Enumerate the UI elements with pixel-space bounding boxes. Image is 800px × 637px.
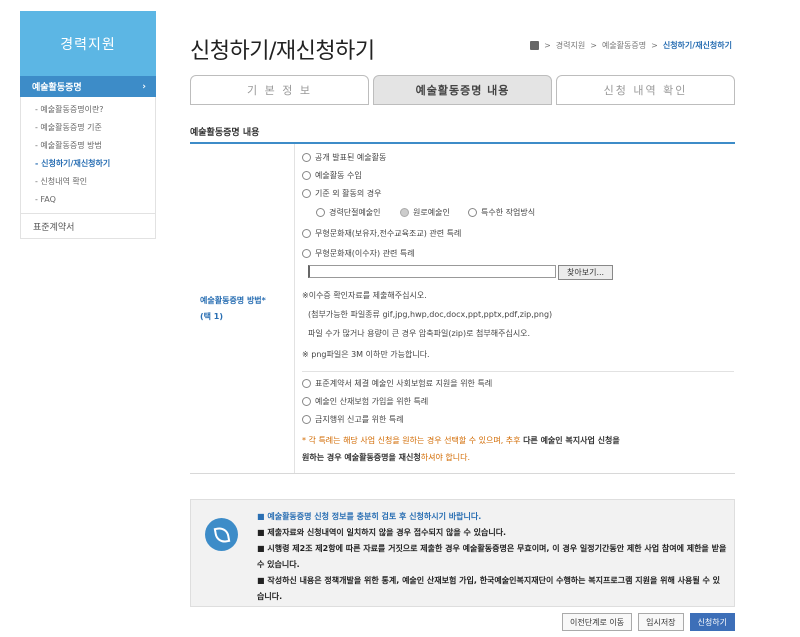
notice-line: ■ 작성하신 내용은 정책개발을 위한 통계, 예술인 산재보험 가입, 한국예… (257, 576, 720, 601)
breadcrumb-sep: > (590, 41, 597, 50)
sidebar-item-art-certification[interactable]: 예술활동증명 › (20, 76, 156, 97)
option-prohibited-act[interactable]: 금지행위 신고를 위한 특례 (302, 414, 404, 425)
notice-head: ■ 예술활동증명 신청 정보를 충분히 검토 후 신청하시기 바랍니다. (257, 512, 482, 521)
sidebar-sub-faq[interactable]: - FAQ (35, 191, 155, 209)
file-upload: 찾아보기... (308, 265, 614, 280)
notice-line: ■ 시행령 제2조 제2항에 따른 자료를 거짓으로 제출한 경우 예술활동증명… (257, 544, 727, 569)
sidebar-item-standard-contract[interactable]: 표준계약서 (20, 213, 156, 239)
radio-icon[interactable] (302, 379, 311, 388)
note-png-limit: ※ png파일은 3M 이하만 가능합니다. (302, 350, 430, 359)
option-label: 기준 외 활동의 경우 (315, 189, 382, 198)
action-buttons: 이전단계로 이동 임시저장 신청하기 (562, 613, 735, 631)
breadcrumb-sep: > (544, 41, 551, 50)
notice-line: ■ 제출자료와 신청내역이 일치하지 않을 경우 접수되지 않을 수 있습니다. (257, 528, 507, 537)
radio-icon[interactable] (468, 208, 477, 217)
tab-basic-info[interactable]: 기 본 정 보 (190, 75, 369, 105)
warn-bold: 다른 예술인 복지사업 신청을 (523, 436, 620, 445)
option-label: 무형문화재(이수자) 관련 특례 (315, 249, 415, 258)
option-other[interactable]: 기준 외 활동의 경우 (302, 188, 382, 199)
option-label: 예술인 산재보험 가입을 위한 특례 (315, 397, 429, 406)
note-zip: 파일 수가 많거나 용량이 큰 경우 압축파일(zip)로 첨부해주십시오. (308, 329, 531, 338)
option-label: 특수한 작업방식 (481, 208, 536, 217)
option-industrial-accident[interactable]: 예술인 산재보험 가입을 위한 특례 (302, 396, 428, 407)
option-label: 금지행위 신고를 위한 특례 (315, 415, 404, 424)
breadcrumb-current: 신청하기/재신청하기 (662, 41, 732, 50)
sidebar-sub-apply[interactable]: - 신청하기/재신청하기 (35, 155, 155, 173)
form-label-text: 예술활동증명 방법* (200, 295, 266, 305)
warn-bold: 원하는 경우 예술활동증명을 재신청 (302, 453, 421, 462)
option-label: 표준계약서 체결 예술인 사회보험료 지원을 위한 특례 (315, 379, 493, 388)
prev-button[interactable]: 이전단계로 이동 (562, 613, 633, 631)
radio-icon[interactable] (302, 189, 311, 198)
home-icon[interactable] (530, 41, 540, 50)
form-label: 예술활동증명 방법* (택 1) (190, 144, 295, 473)
file-path-input[interactable] (308, 265, 556, 278)
chevron-right-icon: › (142, 81, 146, 92)
save-draft-button[interactable]: 임시저장 (638, 613, 684, 631)
note-certificate: ※이수증 확인자료를 제출해주십시오. (302, 291, 427, 300)
sidebar-submenu: - 예술활동증명이란? - 예술활동증명 기준 - 예술활동증명 방법 - 신청… (20, 97, 156, 213)
radio-icon[interactable] (302, 397, 311, 406)
option-label: 공개 발표된 예술활동 (315, 153, 387, 162)
tab-art-certification[interactable]: 예술활동증명 내용 (373, 75, 552, 105)
option-intangible-completer[interactable]: 무형문화재(이수자) 관련 특례 (302, 248, 415, 259)
radio-icon[interactable] (302, 249, 311, 258)
option-label: 경력단절예술인 (329, 208, 381, 217)
radio-icon[interactable] (302, 415, 311, 424)
submit-button[interactable]: 신청하기 (689, 613, 735, 631)
sidebar-sub-criteria[interactable]: - 예술활동증명 기준 (35, 119, 155, 137)
warn-text: * 각 특례는 해당 사업 신청을 원하는 경우 선택할 수 있으며, 추후 (302, 436, 524, 445)
sidebar-item-label: 예술활동증명 (32, 83, 82, 93)
breadcrumb: > 경력지원 > 예술활동증명 > 신청하기/재신청하기 (530, 40, 732, 51)
breadcrumb-item[interactable]: 경력지원 (556, 40, 585, 51)
option-intangible-holder[interactable]: 무형문화재(보유자,전수교육조교) 관련 특례 (302, 228, 461, 239)
radio-icon[interactable] (302, 153, 311, 162)
option-label: 예술활동 수입 (315, 171, 362, 180)
sidebar-sub-what[interactable]: - 예술활동증명이란? (35, 101, 155, 119)
option-career-break[interactable]: 경력단절예술인 (316, 207, 381, 218)
page-title: 신청하기/재신청하기 (190, 39, 375, 64)
browse-button[interactable]: 찾아보기... (558, 265, 614, 280)
breadcrumb-item[interactable]: 예술활동증명 (602, 40, 646, 51)
tab-confirm[interactable]: 신청 내역 확인 (556, 75, 735, 105)
certification-form: 예술활동증명 방법* (택 1) 공개 발표된 예술활동 예술활동 수입 기준 … (190, 144, 735, 474)
option-senior-artist[interactable]: 원로예술인 (400, 207, 450, 218)
radio-icon[interactable] (400, 208, 409, 217)
radio-icon[interactable] (316, 208, 325, 217)
option-income[interactable]: 예술활동 수입 (302, 170, 362, 181)
notice-box: ■ 예술활동증명 신청 정보를 충분히 검토 후 신청하시기 바랍니다. ■ 제… (190, 499, 735, 607)
sidebar-sub-history[interactable]: - 신청내역 확인 (35, 173, 155, 191)
radio-icon[interactable] (302, 229, 311, 238)
special-notice: * 각 특례는 해당 사업 신청을 원하는 경우 선택할 수 있으며, 추후 다… (302, 432, 732, 466)
leaf-icon (205, 518, 238, 551)
warn-text: 하셔야 합니다. (420, 453, 471, 462)
option-public-activity[interactable]: 공개 발표된 예술활동 (302, 152, 386, 163)
option-label: 무형문화재(보유자,전수교육조교) 관련 특례 (315, 229, 462, 238)
sidebar-sub-method[interactable]: - 예술활동증명 방법 (35, 137, 155, 155)
breadcrumb-sep: > (651, 41, 658, 50)
form-label-sub: (택 1) (200, 311, 224, 321)
step-tabs: 기 본 정 보 예술활동증명 내용 신청 내역 확인 (190, 75, 735, 105)
section-title: 예술활동증명 내용 (190, 128, 260, 138)
option-special-method[interactable]: 특수한 작업방식 (468, 207, 535, 218)
sidebar-title: 경력지원 (20, 11, 156, 76)
option-social-insurance[interactable]: 표준계약서 체결 예술인 사회보험료 지원을 위한 특례 (302, 378, 492, 389)
sidebar: 경력지원 예술활동증명 › - 예술활동증명이란? - 예술활동증명 기준 - … (20, 11, 156, 239)
radio-icon[interactable] (302, 171, 311, 180)
option-label: 원로예술인 (413, 208, 450, 217)
form-divider (302, 371, 734, 372)
notice-text: ■ 예술활동증명 신청 정보를 충분히 검토 후 신청하시기 바랍니다. ■ 제… (257, 509, 727, 605)
note-file-types: (첨부가능한 파일종류 gif,jpg,hwp,doc,docx,ppt,ppt… (308, 310, 553, 319)
